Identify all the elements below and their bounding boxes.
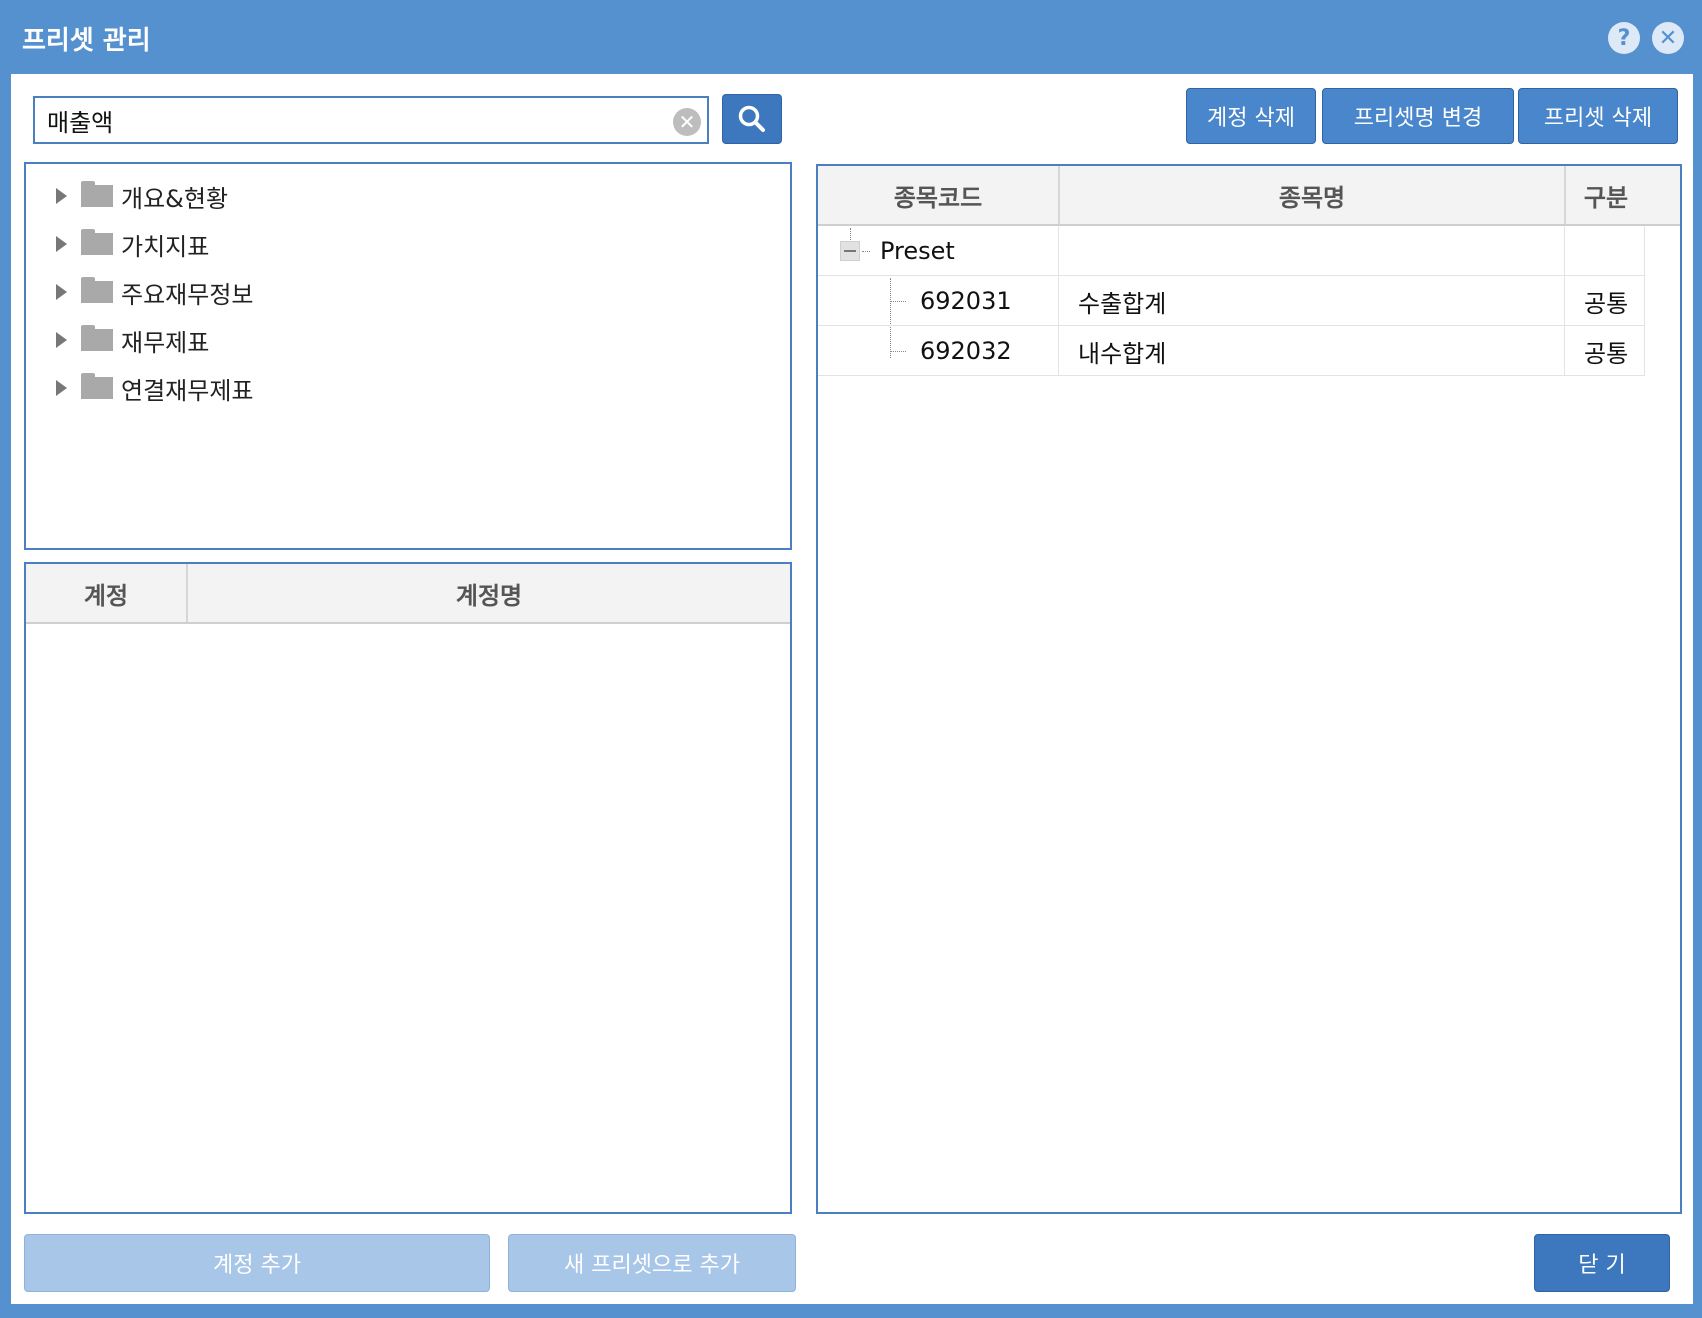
stock-code-cell: 692032 xyxy=(920,337,1012,365)
folder-icon xyxy=(81,373,113,399)
tree-item-label: 재무제표 xyxy=(121,328,210,357)
title-bar[interactable]: 프리셋 관리 ? ✕ xyxy=(0,0,1702,74)
preset-root-label: Preset xyxy=(880,237,955,265)
dialog-title: 프리셋 관리 xyxy=(22,26,151,56)
account-table-header: 계정 계정명 xyxy=(26,564,790,624)
tree-item[interactable]: 연결재무제표 xyxy=(56,368,253,408)
tree-item-label: 주요재무정보 xyxy=(121,280,254,309)
search-icon xyxy=(738,105,765,132)
delete-preset-button[interactable]: 프리셋 삭제 xyxy=(1518,88,1678,144)
category-tree: 개요&현황 가치지표 주요재무정보 재무제표 연결재무제표 xyxy=(24,162,792,550)
folder-icon xyxy=(81,181,113,207)
tree-item[interactable]: 가치지표 xyxy=(56,224,209,264)
expand-arrow-icon[interactable] xyxy=(56,188,67,204)
preset-manager-dialog: 프리셋 관리 ? ✕ ✕ 계정 삭제 프리셋명 변경 프리셋 삭제 개요&현황 … xyxy=(0,0,1702,1318)
tree-item-label: 개요&현황 xyxy=(121,184,229,213)
account-table: 계정 계정명 xyxy=(24,562,792,1214)
collapse-icon[interactable] xyxy=(840,241,860,261)
stock-code-cell: 692031 xyxy=(920,287,1012,315)
preset-table-header: 종목코드 종목명 구분 xyxy=(818,166,1680,226)
clear-icon[interactable]: ✕ xyxy=(673,108,701,136)
search-input[interactable] xyxy=(47,104,647,136)
folder-icon xyxy=(81,325,113,351)
column-header-stock-code[interactable]: 종목코드 xyxy=(818,166,1058,224)
stock-name-cell: 수출합계 xyxy=(1078,289,1167,318)
close-button[interactable]: 닫 기 xyxy=(1534,1234,1670,1292)
close-icon[interactable]: ✕ xyxy=(1652,22,1684,54)
delete-account-button[interactable]: 계정 삭제 xyxy=(1186,88,1316,144)
stock-name-cell: 내수합계 xyxy=(1078,339,1167,368)
expand-arrow-icon[interactable] xyxy=(56,236,67,252)
type-cell: 공통 xyxy=(1584,289,1629,318)
folder-icon xyxy=(81,229,113,255)
expand-arrow-icon[interactable] xyxy=(56,284,67,300)
add-new-preset-button[interactable]: 새 프리셋으로 추가 xyxy=(508,1234,796,1292)
expand-arrow-icon[interactable] xyxy=(56,380,67,396)
grid-line xyxy=(1644,226,1645,376)
tree-item[interactable]: 재무제표 xyxy=(56,320,209,360)
type-cell: 공통 xyxy=(1584,339,1629,368)
preset-table: 종목코드 종목명 구분 Preset 692031 수출합계 공통 692032… xyxy=(816,164,1682,1214)
question-icon[interactable]: ? xyxy=(1608,22,1640,54)
column-header-type[interactable]: 구분 xyxy=(1566,166,1646,224)
column-header-stock-name[interactable]: 종목명 xyxy=(1060,166,1564,224)
tree-item[interactable]: 개요&현황 xyxy=(56,176,228,216)
tree-item-label: 가치지표 xyxy=(121,232,210,261)
search-box: ✕ xyxy=(33,96,709,144)
search-button[interactable] xyxy=(722,94,782,144)
expand-arrow-icon[interactable] xyxy=(56,332,67,348)
table-row[interactable]: 692031 수출합계 공통 xyxy=(818,276,1644,326)
column-header-account-name[interactable]: 계정명 xyxy=(188,564,790,622)
add-account-button[interactable]: 계정 추가 xyxy=(24,1234,490,1292)
tree-item-label: 연결재무제표 xyxy=(121,376,254,405)
table-row[interactable]: 692032 내수합계 공통 xyxy=(818,326,1644,376)
preset-root-row[interactable]: Preset xyxy=(818,226,1644,276)
tree-item[interactable]: 주요재무정보 xyxy=(56,272,253,312)
rename-preset-button[interactable]: 프리셋명 변경 xyxy=(1322,88,1514,144)
column-header-account[interactable]: 계정 xyxy=(26,564,186,622)
folder-icon xyxy=(81,277,113,303)
